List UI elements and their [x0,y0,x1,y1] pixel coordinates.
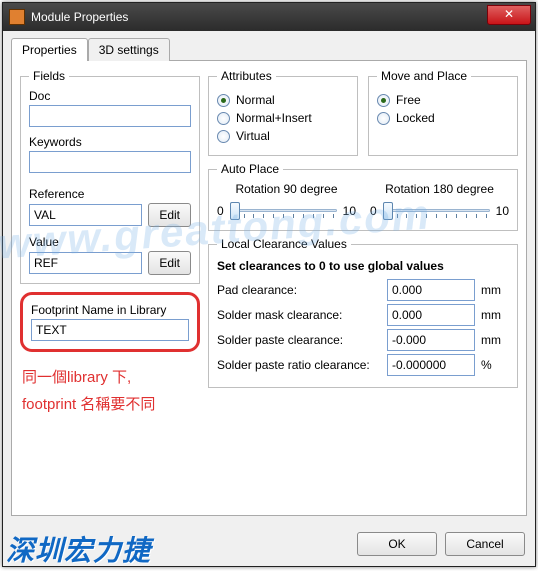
right-column: Attributes Normal Normal+Insert Virtual [208,69,518,507]
solder-paste-ratio-input[interactable] [387,354,475,376]
tab-properties[interactable]: Properties [11,38,88,61]
keywords-input[interactable] [29,151,191,173]
radio-icon [377,94,390,107]
move-place-group: Move and Place Free Locked [368,69,518,156]
value-label: Value [29,235,191,249]
radio-icon [217,94,230,107]
auto-place-legend: Auto Place [217,162,283,176]
unit-mm: mm [481,283,509,297]
doc-input[interactable] [29,105,191,127]
radio-icon [217,112,230,125]
window-title: Module Properties [31,10,128,24]
solder-mask-label: Solder mask clearance: [217,308,381,322]
unit-mm: mm [481,308,509,322]
slider-min: 0 [370,204,377,218]
radio-icon [217,130,230,143]
window-body: Properties 3D settings Fields Doc Keywor… [3,31,535,524]
unit-pct: % [481,358,509,372]
solder-paste-input[interactable] [387,329,475,351]
tab-body: Fields Doc Keywords Reference Edit Value [11,60,527,516]
footprint-name-label: Footprint Name in Library [31,303,189,317]
pad-clearance-label: Pad clearance: [217,283,381,297]
pad-clearance-input[interactable] [387,279,475,301]
slider-max: 10 [496,204,509,218]
tab-strip: Properties 3D settings [11,37,527,60]
slider-min: 0 [217,204,224,218]
unit-mm: mm [481,333,509,347]
annotation-line2: footprint 名稱要不同 [22,391,198,418]
radio-virtual[interactable]: Virtual [217,129,349,143]
slider-max: 10 [343,204,356,218]
keywords-label: Keywords [29,135,191,149]
reference-input[interactable] [29,204,142,226]
titlebar[interactable]: Module Properties ✕ [3,3,535,31]
close-icon: ✕ [504,7,514,21]
attributes-group: Attributes Normal Normal+Insert Virtual [208,69,358,156]
move-place-legend: Move and Place [377,69,471,83]
app-icon [9,9,25,25]
radio-normal[interactable]: Normal [217,93,349,107]
radio-locked[interactable]: Locked [377,111,509,125]
footprint-name-highlight: Footprint Name in Library [20,292,200,352]
clearance-group: Local Clearance Values Set clearances to… [208,237,518,388]
doc-label: Doc [29,89,191,103]
radio-normal-insert[interactable]: Normal+Insert [217,111,349,125]
footprint-name-input[interactable] [31,319,189,341]
value-edit-button[interactable]: Edit [148,251,191,275]
reference-label: Reference [29,187,191,201]
solder-paste-ratio-label: Solder paste ratio clearance: [217,358,381,372]
rot90-slider[interactable] [230,200,337,222]
annotation-line1: 同一個library 下, [22,364,198,391]
solder-mask-input[interactable] [387,304,475,326]
solder-paste-label: Solder paste clearance: [217,333,381,347]
radio-icon [377,112,390,125]
rot180-label: Rotation 180 degree [370,182,509,196]
brand-text: 深圳宏力捷 [6,529,151,569]
rot90-label: Rotation 90 degree [217,182,356,196]
cancel-button[interactable]: Cancel [445,532,525,556]
annotation-text: 同一個library 下, footprint 名稱要不同 [20,360,200,422]
auto-place-group: Auto Place Rotation 90 degree 0 [208,162,518,231]
clearance-hint: Set clearances to 0 to use global values [217,259,509,273]
radio-free[interactable]: Free [377,93,509,107]
fields-legend: Fields [29,69,69,83]
attributes-legend: Attributes [217,69,276,83]
ok-button[interactable]: OK [357,532,437,556]
module-properties-window: Module Properties ✕ Properties 3D settin… [2,2,536,567]
fields-group: Fields Doc Keywords Reference Edit Value [20,69,200,284]
reference-edit-button[interactable]: Edit [148,203,191,227]
rot180-slider[interactable] [383,200,490,222]
tab-3d-settings[interactable]: 3D settings [88,38,170,61]
left-column: Fields Doc Keywords Reference Edit Value [20,69,200,507]
clearance-legend: Local Clearance Values [217,237,351,251]
value-input[interactable] [29,252,142,274]
close-button[interactable]: ✕ [487,5,531,25]
